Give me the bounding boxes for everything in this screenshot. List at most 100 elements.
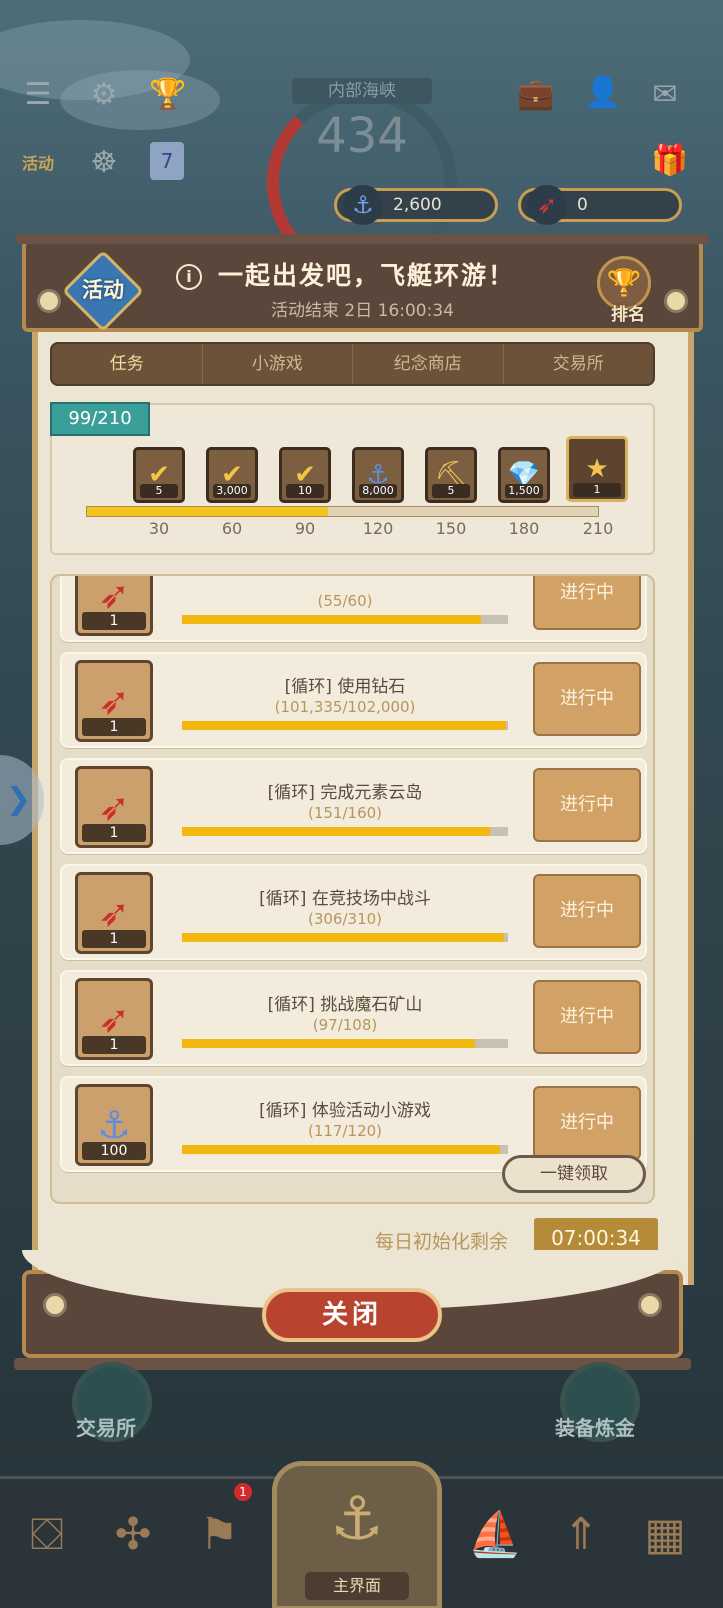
calendar-icon[interactable]: 7 xyxy=(150,142,184,180)
briefcase-icon[interactable]: 💼 xyxy=(516,74,556,114)
task-progress-fill xyxy=(182,615,481,624)
task-reward[interactable]: ➶ 1 xyxy=(75,766,153,848)
task-progress-text: (306/310) xyxy=(307,910,383,928)
milestone-reward[interactable]: ✔ 5 xyxy=(133,447,185,503)
rank-label[interactable]: 排名 xyxy=(611,300,645,325)
anchor-currency-value: 2,600 xyxy=(393,195,442,215)
task-row: ➶ 1 [循环] 使用钻石 (101,335/102,000) 进行中 xyxy=(60,652,647,748)
dart-icon: ➶ xyxy=(98,997,130,1041)
gift-icon[interactable]: 🎁 xyxy=(648,140,692,180)
task-reward-qty: 1 xyxy=(82,824,146,842)
milestone-tick: 90 xyxy=(294,519,316,538)
gear-decoration xyxy=(46,1296,64,1314)
task-row: ➶ 1 [循环] 完成元素云岛 (151/160) 进行中 xyxy=(60,758,647,854)
star-chest-icon: ★ xyxy=(585,454,609,484)
task-reward[interactable]: ➶ 1 xyxy=(75,978,153,1060)
task-progress-fill xyxy=(182,1145,500,1154)
reward-quantity: 10 xyxy=(286,484,324,498)
task-reward[interactable]: ⚓ 100 xyxy=(75,1084,153,1166)
task-progress-text: (97/108) xyxy=(312,1016,378,1034)
task-list[interactable]: ➶ 1 (55/60) 进行中 ➶ 1 [循环] 使用钻石 (101,335/102,000)… xyxy=(50,574,655,1204)
nav-propeller-icon[interactable]: ✣ xyxy=(98,1499,168,1569)
nav-ship-icon[interactable]: ⛵ xyxy=(460,1499,530,1569)
gear-decoration xyxy=(667,292,685,310)
milestone-reward[interactable]: ✔ 3,000 xyxy=(206,447,258,503)
task-row: ➶ 1 [循环] 在竞技场中战斗 (306/310) 进行中 xyxy=(60,864,647,960)
nav-main[interactable]: ⚓ 主界面 xyxy=(272,1461,442,1608)
milestone-tick: 180 xyxy=(508,519,540,538)
exchange-label[interactable]: 交易所 xyxy=(76,1412,136,1441)
activity-icon[interactable]: 活动 xyxy=(18,142,58,182)
dart-icon: ➶ xyxy=(98,679,130,723)
nav-banner-icon[interactable]: ⚑ xyxy=(184,1499,254,1569)
task-progress-bar xyxy=(182,1039,508,1048)
notification-badge: 1 xyxy=(234,1483,252,1501)
task-row: ➶ 1 [循环] 挑战魔石矿山 (97/108) 进行中 xyxy=(60,970,647,1066)
main-anchor-icon: ⚓ xyxy=(330,1484,384,1554)
milestone-fill xyxy=(87,507,328,516)
task-reward[interactable]: ➶ 1 xyxy=(75,872,153,954)
mail-icon[interactable]: ✉ xyxy=(645,74,685,114)
milestone-reward[interactable]: 💎 1,500 xyxy=(498,447,550,503)
task-progress-fill xyxy=(182,1039,475,1048)
tab-exchange[interactable]: 交易所 xyxy=(504,344,654,384)
points-counter: 99/210 xyxy=(50,402,150,436)
milestone-reward[interactable]: ★ 1 xyxy=(566,436,628,502)
task-progress-bar xyxy=(182,721,508,730)
task-reward[interactable]: ➶ 1 xyxy=(75,660,153,742)
tab-souvenir-shop[interactable]: 纪念商店 xyxy=(353,344,504,384)
zone-label: 内部海峡 xyxy=(292,78,432,104)
task-progress-bar xyxy=(182,615,508,624)
main-label: 主界面 xyxy=(305,1572,409,1600)
tab-minigame[interactable]: 小游戏 xyxy=(203,344,353,384)
nav-store-icon[interactable]: ▦ xyxy=(630,1499,700,1569)
tab-bar: 任务 小游戏 纪念商店 交易所 xyxy=(50,342,655,386)
event-logo-text: 活动 xyxy=(82,278,124,302)
task-status-button[interactable]: 进行中 xyxy=(533,768,641,842)
milestone-reward[interactable]: ⛏ 5 xyxy=(425,447,477,503)
task-progress-text: (55/60) xyxy=(317,592,373,610)
friends-icon[interactable]: 👤 xyxy=(583,72,623,112)
reward-quantity: 1 xyxy=(573,483,621,497)
dart-icon: ➶ xyxy=(527,185,567,225)
milestone-tick: 60 xyxy=(221,519,243,538)
bottom-nav: ⛋ ✣ ⚑ 1 ⚓ 主界面 ⛵ ⇑ ▦ xyxy=(0,1461,723,1608)
task-progress-bar xyxy=(182,827,508,836)
task-name: [循环] 完成元素云岛 xyxy=(267,783,423,803)
nav-upgrade-icon[interactable]: ⇑ xyxy=(546,1499,616,1569)
task-reward-qty: 1 xyxy=(82,612,146,630)
gear-icon[interactable]: ⚙ xyxy=(84,74,124,114)
task-progress-text: (151/160) xyxy=(307,804,383,822)
anchor-icon: ⚓ xyxy=(343,185,383,225)
milestone-tick: 210 xyxy=(582,519,614,538)
task-status-button[interactable]: 进行中 xyxy=(533,662,641,736)
alchemy-label[interactable]: 装备炼金 xyxy=(555,1412,635,1441)
info-icon[interactable]: i xyxy=(176,264,202,290)
event-header: 活动 i 一起出发吧，飞艇环游！ 活动结束 2日 16:00:34 🏆 排名 xyxy=(16,234,709,333)
gear-decoration xyxy=(641,1296,659,1314)
helm-icon[interactable]: ☸ xyxy=(84,142,124,182)
task-name: [循环] 体验活动小游戏 xyxy=(259,1101,431,1121)
reward-quantity: 3,000 xyxy=(213,484,251,498)
task-status-button[interactable]: 进行中 xyxy=(533,874,641,948)
task-status-button[interactable]: 进行中 xyxy=(533,980,641,1054)
reward-quantity: 1,500 xyxy=(505,484,543,498)
event-title: 一起出发吧，飞艇环游！ xyxy=(218,261,516,290)
trophy-icon[interactable]: 🏆 xyxy=(148,74,188,114)
task-status-button[interactable]: 进行中 xyxy=(533,1086,641,1160)
nav-shop-icon[interactable]: ⛋ xyxy=(12,1499,82,1569)
dart-currency[interactable]: ➶ 0 xyxy=(518,185,682,225)
milestone-reward[interactable]: ✔ 10 xyxy=(279,447,331,503)
anchor-icon: ⚓ xyxy=(96,1103,132,1147)
menu-icon[interactable]: ☰ xyxy=(18,74,58,114)
task-name: [循环] 在竞技场中战斗 xyxy=(259,889,431,909)
task-status-button[interactable]: 进行中 xyxy=(533,576,641,630)
milestone-reward[interactable]: ⚓ 8,000 xyxy=(352,447,404,503)
claim-all-button[interactable]: 一键领取 xyxy=(502,1155,646,1193)
header-strip xyxy=(16,234,709,244)
task-reward[interactable]: ➶ 1 xyxy=(75,576,153,636)
tab-tasks[interactable]: 任务 xyxy=(52,344,203,384)
close-button[interactable]: 关闭 xyxy=(262,1288,442,1342)
reward-quantity: 5 xyxy=(432,484,470,498)
anchor-currency[interactable]: ⚓ 2,600 xyxy=(334,185,498,225)
